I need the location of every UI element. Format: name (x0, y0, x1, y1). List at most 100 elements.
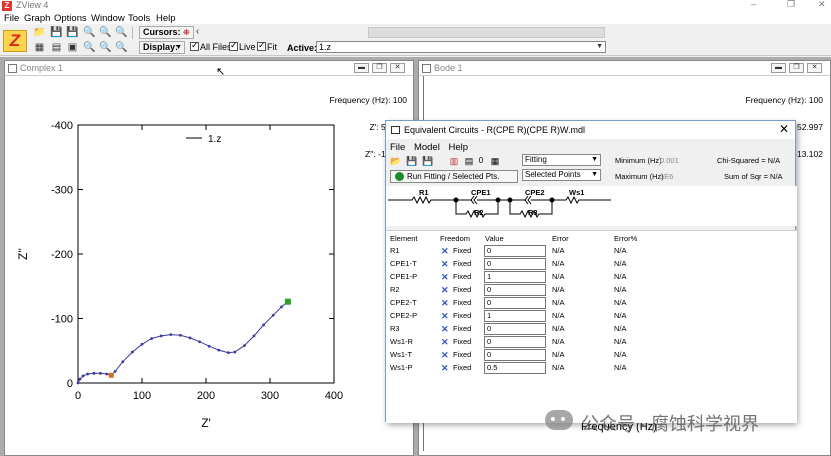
circuit-diagram[interactable]: R1 CPE1 R2 CPE2 R3 Ws1 (386, 186, 797, 226)
chevron-down-icon: ▼ (591, 171, 598, 178)
error-value: N/A (552, 324, 565, 333)
table-icon[interactable]: ▦ (33, 42, 46, 54)
menu-tools[interactable]: Tools (128, 13, 150, 24)
zoom-in-icon[interactable]: 🔍 (83, 27, 96, 39)
menu-help[interactable]: Help (156, 13, 176, 24)
freedom-toggle-icon[interactable]: ✕ (441, 351, 449, 360)
bode-window-title: Bode 1 (434, 63, 463, 73)
freedom-toggle-icon[interactable]: ✕ (441, 273, 449, 282)
zoom-area-icon[interactable]: 🔍 (83, 42, 96, 54)
x-tick-label: 100 (133, 390, 151, 402)
zoom-x-icon[interactable]: 🔍 (99, 42, 112, 54)
checkbox-fit[interactable]: Fit (257, 40, 277, 52)
freedom-toggle-icon[interactable]: ✕ (441, 338, 449, 347)
cursor-marker[interactable] (108, 372, 114, 378)
parameter-value-input[interactable]: 0 (484, 297, 546, 309)
chevron-left-icon[interactable]: ‹ (191, 26, 204, 38)
minimum-hz-value[interactable]: 0.001 (660, 156, 679, 165)
freedom-value[interactable]: Fixed (453, 336, 471, 348)
freedom-value[interactable]: Fixed (453, 323, 471, 335)
freedom-toggle-icon[interactable]: ✕ (441, 312, 449, 321)
window-minimize-button[interactable]: ▬ (771, 63, 786, 73)
freedom-toggle-icon[interactable]: ✕ (441, 286, 449, 295)
checkbox-all-files[interactable]: All Files (190, 40, 232, 52)
error-percent-value: N/A (614, 311, 627, 320)
print-icon[interactable]: ▦ (490, 156, 500, 166)
complex-window-title: Complex 1 (20, 63, 64, 73)
save-icon[interactable]: 💾 (50, 27, 63, 39)
menu-graph[interactable]: Graph (24, 13, 50, 24)
open-folder-icon[interactable]: 📂 (390, 156, 401, 166)
end-marker[interactable] (284, 298, 291, 305)
active-file-select[interactable]: 1.z ▼ (316, 41, 606, 53)
zoom-y-icon[interactable]: 🔍 (115, 42, 128, 54)
menu-file[interactable]: File (4, 13, 19, 24)
data-point (169, 333, 173, 337)
save-icon[interactable]: 💾 (406, 156, 417, 166)
chi-squared-readout: Chi-Squared = N/A (717, 156, 781, 165)
freedom-toggle-icon[interactable]: ✕ (441, 364, 449, 373)
parameter-value-input[interactable]: 0.5 (484, 362, 546, 374)
minimize-button[interactable]: – (751, 0, 756, 9)
freedom-value[interactable]: Fixed (453, 310, 471, 322)
menu-window[interactable]: Window (91, 13, 125, 24)
error-percent-value: N/A (614, 350, 627, 359)
open-folder-icon[interactable]: 📁 (33, 27, 46, 39)
freedom-toggle-icon[interactable]: ✕ (441, 299, 449, 308)
close-button[interactable]: ✕ (818, 0, 826, 10)
dialog-menu-help[interactable]: Help (448, 142, 468, 153)
dialog-close-button[interactable]: ✕ (779, 122, 789, 136)
wechat-icon (545, 410, 573, 430)
parameter-value-input[interactable]: 0 (484, 323, 546, 335)
parameter-value-input[interactable]: 1 (484, 271, 546, 283)
freedom-value[interactable]: Fixed (453, 271, 471, 283)
window-restore-button[interactable]: ❐ (789, 63, 804, 73)
zoom-fit-icon[interactable]: 🔍 (115, 27, 128, 39)
zoom-out-icon[interactable]: 🔍 (99, 27, 112, 39)
freedom-value[interactable]: Fixed (453, 284, 471, 296)
parameter-value-input[interactable]: 0 (484, 258, 546, 270)
fitting-mode-select[interactable]: Fitting ▼ (522, 154, 601, 166)
run-fitting-button[interactable]: Run Fitting / Selected Pts. (390, 170, 518, 183)
maximum-hz-value[interactable]: 1E6 (660, 172, 673, 181)
copy-icon[interactable]: ▥ (449, 156, 459, 166)
parameter-value-input[interactable]: 0 (484, 349, 546, 361)
freedom-value[interactable]: Fixed (453, 362, 471, 374)
checkbox-live[interactable]: Live (229, 40, 256, 52)
freedom-value[interactable]: Fixed (453, 245, 471, 257)
dialog-menu-model[interactable]: Model (414, 142, 440, 153)
freedom-toggle-icon[interactable]: ✕ (441, 325, 449, 334)
y-tick-label: -100 (51, 314, 73, 326)
app-titlebar: Z ZView 4 – ❐ ✕ (0, 0, 831, 12)
table-row: R2 ✕ Fixed 0 N/A N/A (386, 284, 797, 297)
freedom-toggle-icon[interactable]: ✕ (441, 247, 449, 256)
display-dropdown[interactable]: Display: ▼ (139, 41, 185, 54)
parameter-value-input[interactable]: 1 (484, 310, 546, 322)
window-minimize-button[interactable]: ▬ (354, 63, 369, 73)
window-restore-button[interactable]: ❐ (372, 63, 387, 73)
freedom-value[interactable]: Fixed (453, 258, 471, 270)
save-all-icon[interactable]: 💾 (66, 27, 79, 39)
save-as-icon[interactable]: 💾 (422, 156, 433, 166)
window-close-button[interactable]: ✕ (390, 63, 405, 73)
points-mode-select[interactable]: Selected Points ▼ (522, 169, 601, 181)
parameter-value-input[interactable]: 0 (484, 336, 546, 348)
paste-icon[interactable]: ▤ (464, 156, 474, 166)
data-point (271, 313, 275, 317)
cursors-button[interactable]: Cursors: ⁜ (139, 26, 194, 39)
parameter-value-input[interactable]: 0 (484, 284, 546, 296)
error-value: N/A (552, 363, 565, 372)
menu-options[interactable]: Options (54, 13, 87, 24)
grid-icon[interactable]: ▤ (50, 42, 63, 54)
freedom-value[interactable]: Fixed (453, 297, 471, 309)
zview-logo-icon[interactable]: Z (3, 30, 27, 52)
freedom-value[interactable]: Fixed (453, 349, 471, 361)
dialog-menu-file[interactable]: File (390, 142, 405, 153)
window-icon[interactable]: ▣ (66, 42, 79, 54)
freedom-toggle-icon[interactable]: ✕ (441, 260, 449, 269)
maximize-button[interactable]: ❐ (787, 0, 795, 10)
window-close-button[interactable]: ✕ (807, 63, 822, 73)
parameter-value-input[interactable]: 0 (484, 245, 546, 257)
column-header: Freedom (440, 234, 471, 243)
nyquist-chart[interactable]: 0 100 200 300 400 0 -100 -200 -300 -400 Z' Z'' 1.z (5, 76, 413, 456)
